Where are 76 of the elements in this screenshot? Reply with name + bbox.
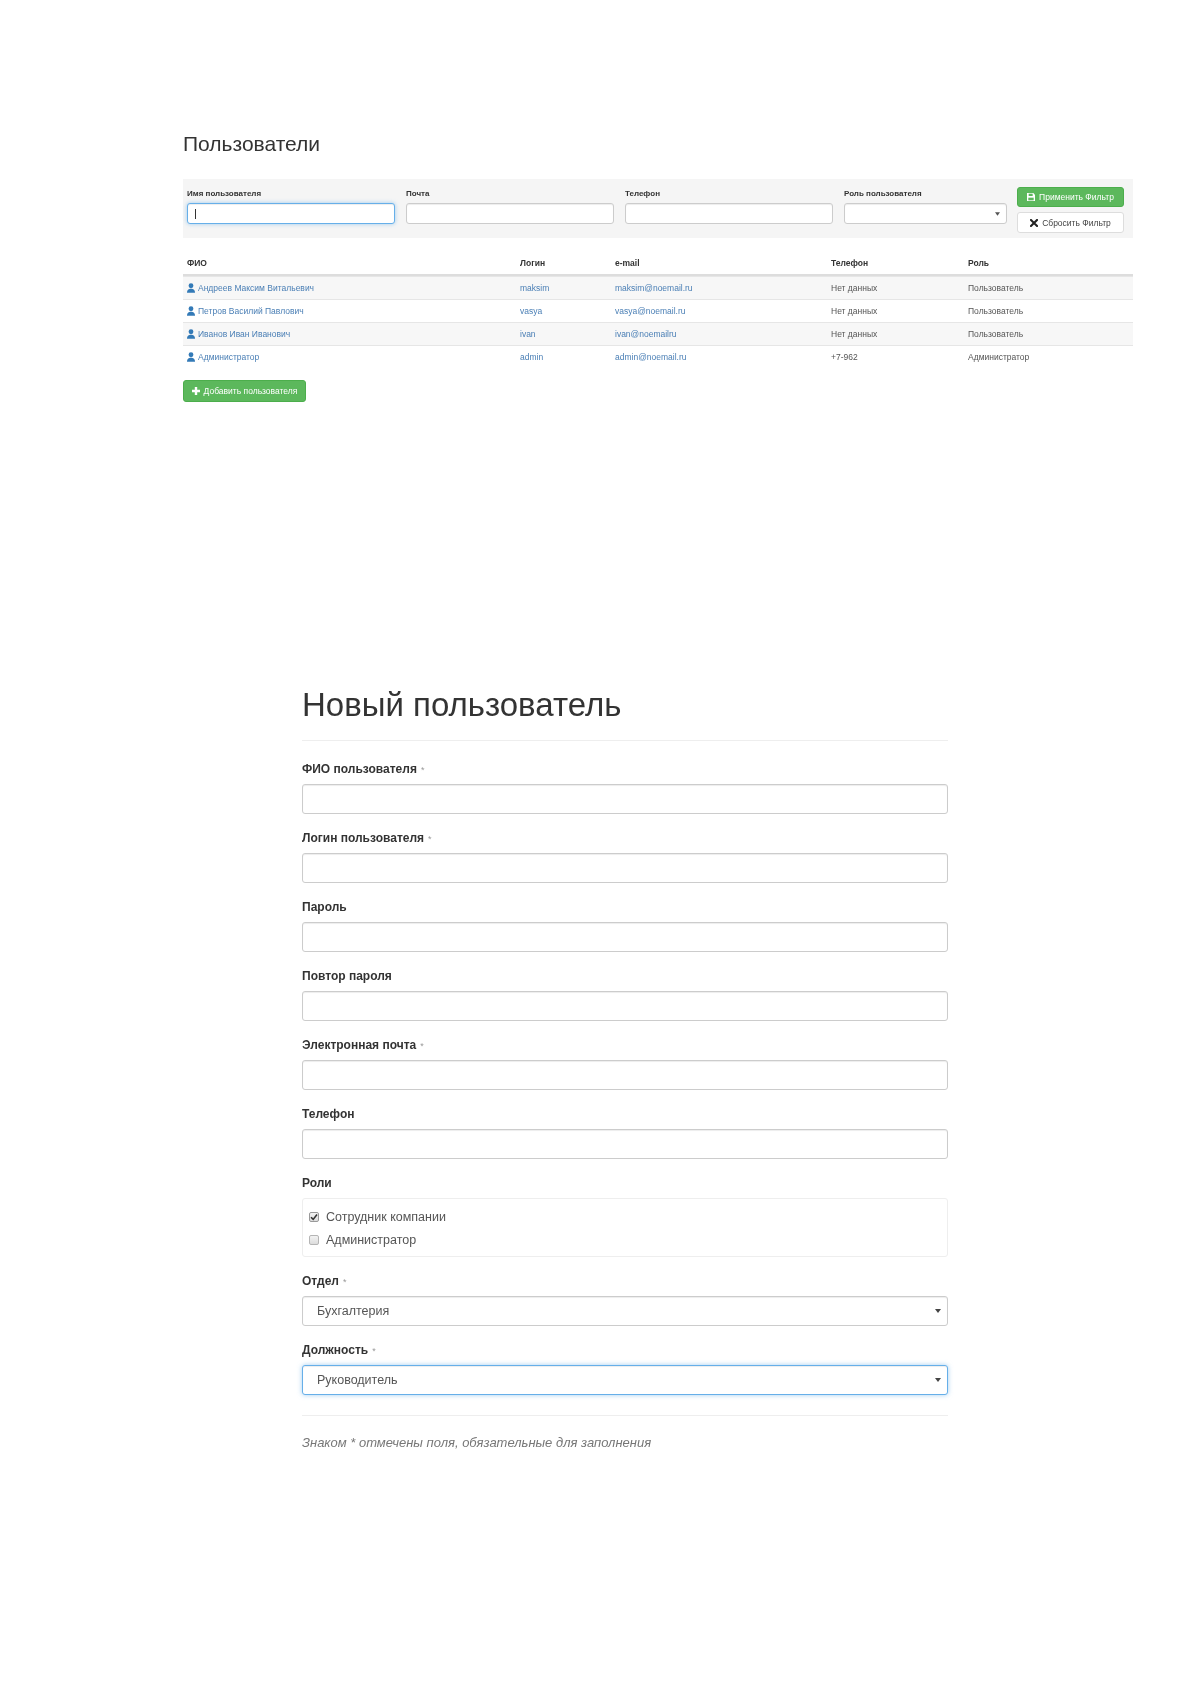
checkbox[interactable]	[309, 1235, 319, 1245]
plus-icon	[191, 387, 200, 395]
filter-input-field[interactable]	[406, 203, 614, 224]
add-user-button[interactable]: Добавить пользователя	[183, 380, 306, 402]
filter-label: Почта	[406, 189, 430, 199]
user-icon	[187, 306, 195, 316]
text-input-field[interactable]	[302, 922, 948, 952]
filter-input-field[interactable]	[625, 203, 833, 224]
phone-cell-text: +7-962	[830, 352, 859, 362]
role-cell-text: Пользователь	[967, 306, 1025, 316]
text-input-field[interactable]	[302, 1060, 948, 1090]
phone-cell-text: Нет данных	[830, 283, 879, 293]
text-input-field[interactable]	[302, 1129, 948, 1159]
user-name-link[interactable]: Андреев Максим Витальевич	[187, 283, 315, 293]
required-mark: *	[342, 1276, 347, 1288]
checkbox-label: Сотрудник компании	[326, 1209, 446, 1225]
user-icon	[187, 283, 195, 293]
role-cell-text: Пользователь	[967, 329, 1025, 339]
column-header: e-mail	[614, 258, 641, 268]
page-title: Пользователи	[183, 132, 322, 156]
email-link[interactable]: vasya@noemail.ru	[615, 306, 686, 316]
select-field[interactable]: Бухгалтерия	[302, 1296, 948, 1326]
text-input-field[interactable]	[302, 853, 948, 883]
field-label: Логин пользователя	[302, 830, 425, 846]
form-title: Новый пользователь	[302, 686, 623, 724]
user-icon	[187, 352, 195, 362]
close-icon	[1030, 218, 1039, 227]
apply-filter-button[interactable]: Применить Фильтр	[1017, 187, 1124, 207]
user-name-link[interactable]: Петров Василий Павлович	[187, 306, 304, 316]
caret-icon	[935, 1378, 941, 1382]
field-label: Повтор пароля	[302, 968, 392, 984]
column-header: Логин	[519, 258, 547, 268]
user-icon	[187, 329, 195, 339]
login-link[interactable]: vasya	[520, 306, 543, 316]
field-label: ФИО пользователя	[302, 761, 417, 777]
required-fields-note: Знаком * отмечены поля, обязательные для заполнения	[302, 1435, 653, 1451]
column-header: Телефон	[830, 258, 870, 268]
required-mark: *	[420, 764, 425, 776]
field-label: Телефон	[302, 1106, 355, 1122]
role-cell-text: Администратор	[967, 352, 1031, 362]
text-cursor-icon	[195, 209, 196, 219]
filter-label: Телефон	[625, 189, 660, 199]
field-label: Должность	[302, 1342, 369, 1358]
text-input-field[interactable]	[302, 784, 948, 814]
field-label: Роли	[302, 1175, 332, 1191]
select-field[interactable]: Руководитель	[302, 1365, 948, 1395]
phone-cell-text: Нет данных	[830, 329, 879, 339]
column-header: Роль	[967, 258, 991, 268]
caret-icon	[995, 211, 1000, 216]
field-label: Пароль	[302, 899, 347, 915]
checkmark-icon	[310, 1213, 318, 1221]
filter-label: Роль пользователя	[844, 189, 922, 199]
checkbox-label: Администратор	[326, 1232, 417, 1248]
email-link[interactable]: ivan@noemailru	[615, 329, 677, 339]
login-link[interactable]: admin	[520, 352, 544, 362]
phone-cell-text: Нет данных	[830, 306, 879, 316]
email-link[interactable]: maksim@noemail.ru	[615, 283, 693, 293]
column-header: ФИО	[186, 258, 208, 268]
required-mark: *	[372, 1345, 376, 1357]
filter-label: Имя пользователя	[187, 189, 262, 199]
required-mark: *	[428, 833, 432, 845]
field-label: Электронная почта	[302, 1037, 417, 1053]
checkbox[interactable]	[309, 1212, 319, 1222]
user-name-link[interactable]: Иванов Иван Иванович	[187, 329, 291, 339]
caret-icon	[935, 1309, 941, 1313]
required-mark: *	[420, 1040, 424, 1052]
reset-filter-button[interactable]: Сбросить Фильтр	[1017, 212, 1124, 233]
login-link[interactable]: maksim	[520, 283, 550, 293]
role-cell-text: Пользователь	[967, 283, 1025, 293]
user-name-link[interactable]: Администратор	[187, 352, 260, 362]
filter-select-field[interactable]	[844, 203, 1007, 224]
text-input-field[interactable]	[302, 991, 948, 1021]
field-label: Отдел	[302, 1273, 339, 1289]
filter-input-field[interactable]	[187, 203, 395, 224]
email-link[interactable]: admin@noemail.ru	[615, 352, 687, 362]
login-link[interactable]: ivan	[520, 329, 536, 339]
